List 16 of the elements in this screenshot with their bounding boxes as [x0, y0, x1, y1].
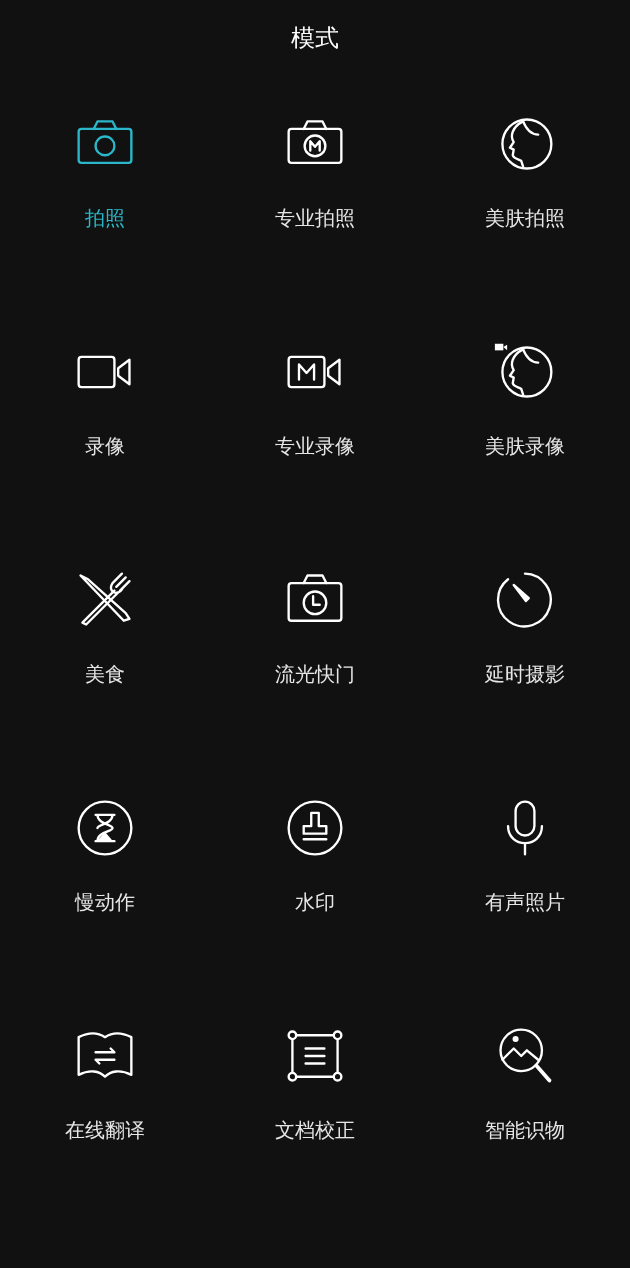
mode-label[interactable]: 流光快门 [275, 660, 355, 688]
mode-label[interactable]: 慢动作 [75, 888, 135, 916]
mode-label[interactable]: 拍照 [85, 204, 125, 232]
mode-label[interactable]: 美食 [85, 660, 125, 688]
mode-label[interactable]: 文档校正 [275, 1116, 355, 1144]
mode-label[interactable]: 美肤录像 [485, 432, 565, 460]
mode-label[interactable]: 专业录像 [275, 432, 355, 460]
mode-label[interactable]: 美肤拍照 [485, 204, 565, 232]
mode-label[interactable]: 录像 [85, 432, 125, 460]
mode-label[interactable]: 在线翻译 [65, 1116, 145, 1144]
mode-label[interactable]: 水印 [295, 888, 335, 916]
mode-label[interactable]: 专业拍照 [275, 204, 355, 232]
title: 模式 [291, 22, 339, 54]
mode-label[interactable]: 有声照片 [485, 888, 565, 916]
mode-label[interactable]: 智能识物 [485, 1116, 565, 1144]
mode-label[interactable]: 延时摄影 [485, 660, 565, 688]
